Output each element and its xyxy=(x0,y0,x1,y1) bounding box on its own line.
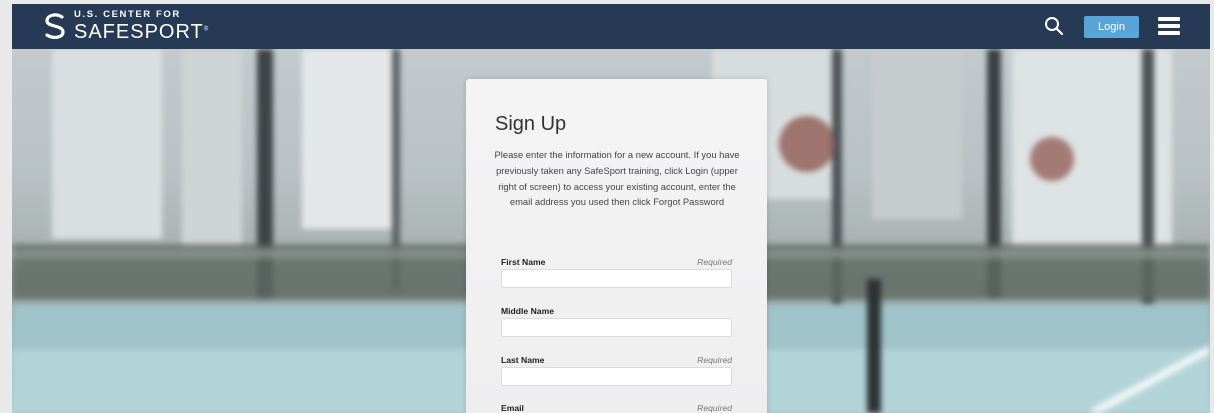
signup-card: Sign Up Please enter the information for… xyxy=(466,79,767,413)
last-name-input[interactable] xyxy=(501,367,732,386)
email-required: Required xyxy=(697,403,732,413)
top-navigation-bar: U.S. CENTER FOR SAFESPORT® Login xyxy=(12,4,1210,49)
hamburger-menu-icon[interactable] xyxy=(1158,17,1180,35)
email-label: Email xyxy=(501,403,524,413)
first-name-label: First Name xyxy=(501,257,546,267)
last-name-required: Required xyxy=(697,355,732,365)
logo-name: SAFESPORT xyxy=(74,20,204,43)
browser-viewport: U.S. CENTER FOR SAFESPORT® Login Sign Up… xyxy=(12,4,1210,413)
login-button[interactable]: Login xyxy=(1084,16,1139,38)
trademark-symbol: ® xyxy=(203,25,210,32)
safesport-logo[interactable]: U.S. CENTER FOR SAFESPORT® xyxy=(42,10,209,42)
signup-instructions: Please enter the information for a new a… xyxy=(494,149,740,208)
logo-line-2: SAFESPORT® xyxy=(74,22,209,42)
page-title: Sign Up xyxy=(495,113,567,135)
middle-name-label: Middle Name xyxy=(501,306,555,316)
first-name-required: Required xyxy=(697,257,732,267)
safesport-s-mark-icon xyxy=(45,13,65,39)
last-name-label: Last Name xyxy=(501,355,545,365)
search-icon[interactable] xyxy=(1043,15,1065,37)
logo-line-1: U.S. CENTER FOR xyxy=(74,9,181,20)
first-name-input[interactable] xyxy=(501,269,732,288)
logo-wordmark: U.S. CENTER FOR SAFESPORT® xyxy=(74,10,209,42)
middle-name-input[interactable] xyxy=(501,318,732,337)
